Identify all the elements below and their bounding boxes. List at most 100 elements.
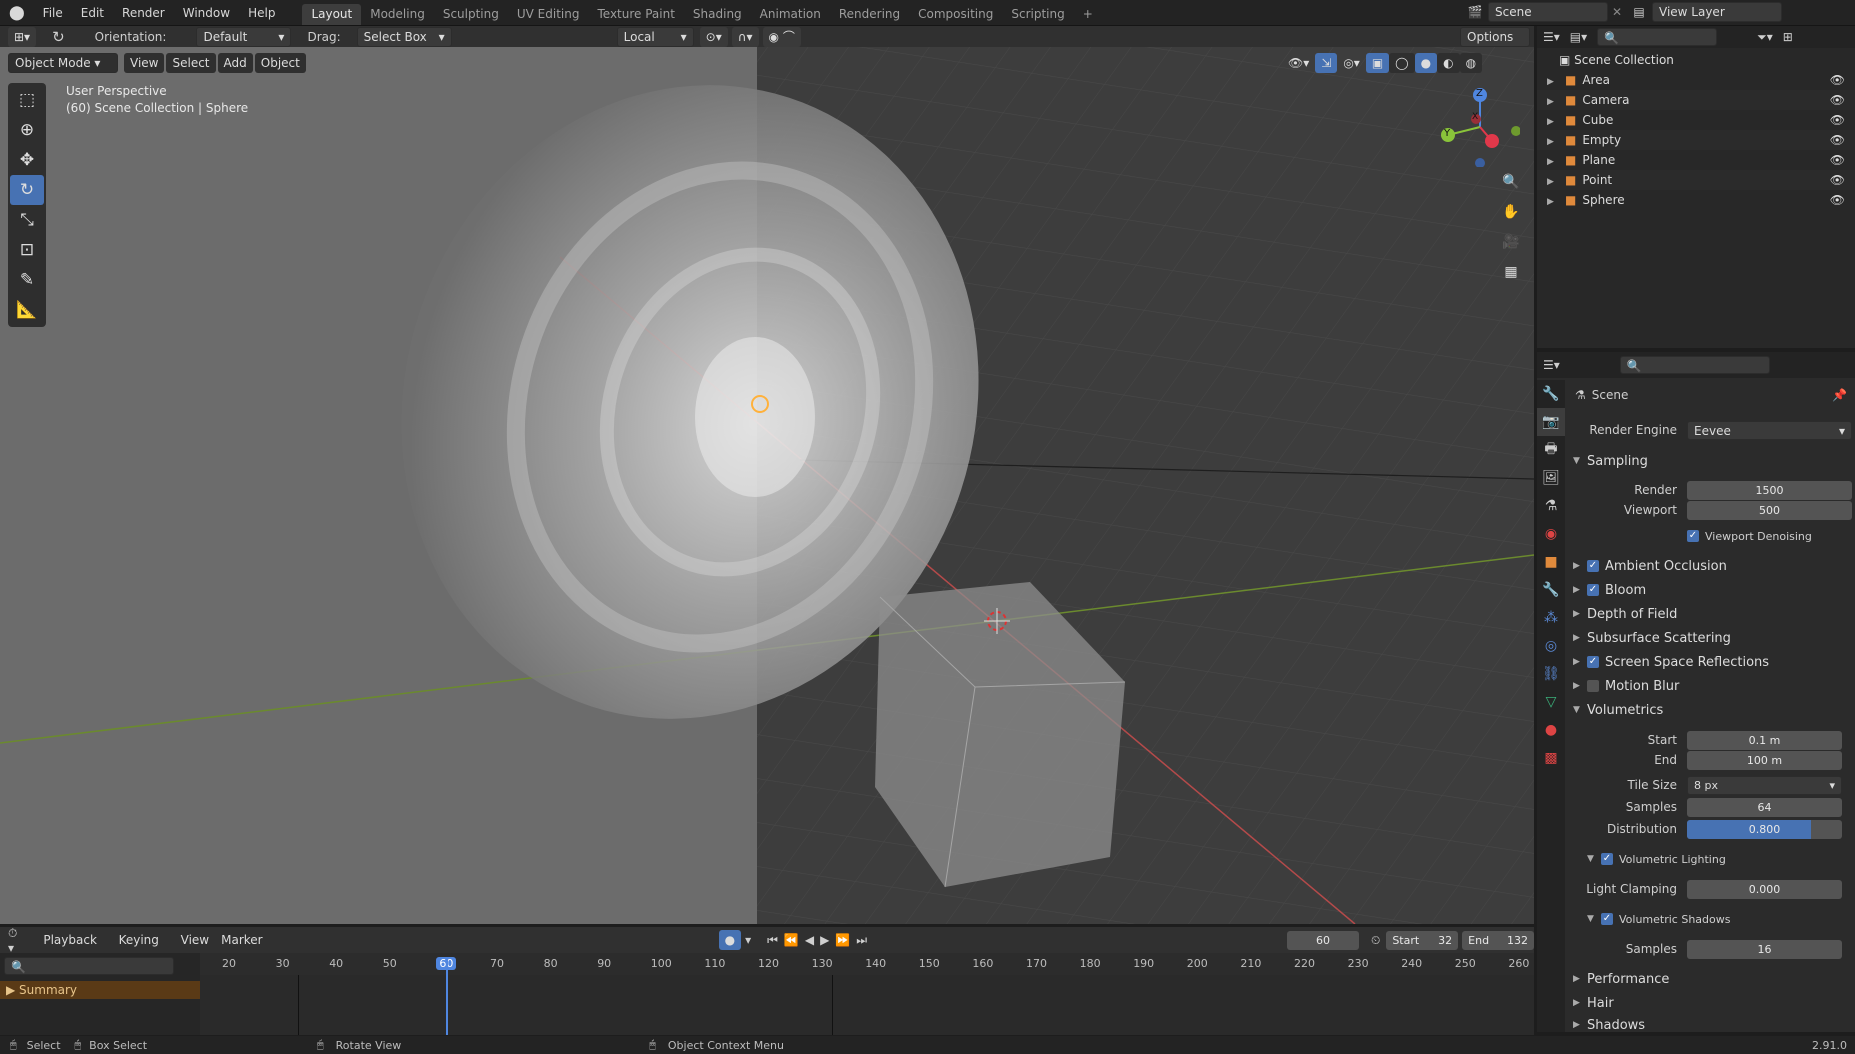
eye-icon[interactable]: 👁	[1830, 90, 1845, 110]
rotate-tool-icon[interactable]: ↻	[10, 175, 44, 205]
properties-panel-header[interactable]: ▶ Subsurface Scattering	[1565, 627, 1855, 649]
vol-samples-field[interactable]: 64	[1687, 797, 1842, 817]
shadows-panel-header[interactable]: ▶ Shadows	[1565, 1016, 1855, 1034]
hair-panel-header[interactable]: ▶ Hair	[1565, 992, 1855, 1014]
render-samples-field[interactable]: 1500	[1687, 480, 1852, 500]
timeline-menu-playback[interactable]: Playback ▾	[37, 930, 112, 967]
add-workspace-icon[interactable]: +	[1074, 4, 1102, 25]
properties-panel-header[interactable]: ▶ ✓ Screen Space Reflections	[1565, 651, 1855, 673]
render-engine-dropdown[interactable]: Eevee ▾	[1687, 420, 1852, 440]
active-tool-icon[interactable]: ↻	[52, 28, 65, 46]
eye-icon[interactable]: 👁	[1830, 190, 1845, 210]
timeline-editor-icon[interactable]: ⏱▾	[8, 926, 23, 955]
scene-icon[interactable]: 🎬	[1462, 5, 1488, 19]
material-tab-icon[interactable]: ●	[1537, 716, 1565, 744]
blender-logo-icon[interactable]: ⬤	[0, 0, 34, 26]
expand-arrow-icon[interactable]: ▶	[1547, 152, 1559, 172]
tab-sculpting[interactable]: Sculpting	[434, 4, 508, 25]
expand-arrow-icon[interactable]: ▶	[1547, 112, 1559, 132]
pivot-dropdown[interactable]: Local ▾	[616, 26, 694, 47]
expand-arrow-icon[interactable]: ▶	[1547, 92, 1559, 112]
filter-icon[interactable]: ⏷▾	[1757, 30, 1773, 45]
jump-end-icon[interactable]: ⏭	[856, 933, 867, 948]
frame-ruler[interactable]: 2030405060708090100110120130140150160170…	[200, 953, 1534, 975]
tile-size-dropdown[interactable]: 8 px ▾	[1687, 775, 1842, 795]
xray-icon[interactable]: ▣	[1365, 53, 1390, 73]
tab-texture-paint[interactable]: Texture Paint	[588, 4, 683, 25]
object-mode-dropdown[interactable]: Object Mode ▾	[8, 53, 118, 73]
viewport-menu-add[interactable]: Add	[217, 53, 253, 73]
jump-start-icon[interactable]: ⏮	[767, 933, 778, 948]
snap-icon[interactable]: ⊙▾	[699, 26, 728, 47]
viewport-menu-select[interactable]: Select	[166, 53, 216, 73]
measure-tool-icon[interactable]: 📐	[10, 295, 44, 325]
view-layer-tab-icon[interactable]: 🖼	[1537, 464, 1565, 492]
annotate-tool-icon[interactable]: ✎	[10, 265, 44, 295]
data-tab-icon[interactable]: ▽	[1537, 688, 1565, 716]
light-clamping-field[interactable]: 0.000	[1687, 879, 1842, 899]
timeline-menu-marker[interactable]: Marker	[215, 930, 268, 950]
outliner-editor-icon[interactable]: ☰▾	[1543, 30, 1560, 44]
transform-tool-icon[interactable]: ⊡	[10, 235, 44, 265]
particles-tab-icon[interactable]: ⁂	[1537, 604, 1565, 632]
move-tool-icon[interactable]: ✥	[10, 145, 44, 175]
overlay-toggle-icon[interactable]: ◎▾	[1337, 53, 1366, 73]
panel-enable-checkbox[interactable]	[1587, 680, 1599, 692]
view-layer-icon[interactable]: ▤	[1626, 5, 1652, 19]
properties-panel-header[interactable]: ▶ Motion Blur	[1565, 675, 1855, 697]
menu-edit[interactable]: Edit	[72, 0, 113, 26]
viewport-menu-view[interactable]: View	[124, 53, 165, 73]
performance-panel-header[interactable]: ▶ Performance	[1565, 968, 1855, 990]
proportional-edit-icon[interactable]: ◉ ⌒	[762, 26, 801, 47]
outliner-item[interactable]: ▶ ■ Cube 👁	[1537, 110, 1855, 130]
outliner-item[interactable]: ▶ ■ Point 👁	[1537, 170, 1855, 190]
camera-view-icon[interactable]: 🎥	[1498, 227, 1524, 257]
3d-viewport[interactable]: User Perspective (60) Scene Collection |…	[0, 47, 1534, 924]
eye-icon[interactable]: 👁	[1830, 110, 1845, 130]
texture-tab-icon[interactable]: ▩	[1537, 744, 1565, 772]
play-icon[interactable]: ▶	[820, 933, 829, 947]
viewport-menu-object[interactable]: Object	[254, 53, 306, 73]
distribution-slider[interactable]: 0.800	[1687, 819, 1842, 839]
new-collection-icon[interactable]: ⊞	[1783, 30, 1793, 44]
cursor-tool-icon[interactable]: ⊕	[10, 115, 44, 145]
eye-icon[interactable]: 👁	[1830, 70, 1845, 90]
panel-enable-checkbox[interactable]: ✓	[1587, 560, 1599, 572]
record-icon[interactable]: ●	[718, 930, 742, 950]
tool-tab-icon[interactable]: 🔧	[1537, 380, 1565, 408]
volumetrics-panel-header[interactable]: ▼ Volumetrics	[1565, 699, 1855, 721]
navigation-gizmo[interactable]: Z Y X	[1440, 87, 1521, 168]
outliner-item[interactable]: ▶ ■ Camera 👁	[1537, 90, 1855, 110]
eye-icon[interactable]: 👁	[1830, 130, 1845, 150]
outliner-search-input[interactable]: 🔍	[1597, 28, 1718, 46]
outliner-scene-collection[interactable]: ▣ Scene Collection	[1537, 50, 1855, 70]
snap-magnet-icon[interactable]: ∩▾	[731, 26, 759, 47]
close-icon[interactable]: ✕	[1608, 5, 1626, 19]
timeline-search-input[interactable]: 🔍	[4, 957, 174, 975]
vol-shadows-subpanel[interactable]: ▼ ✓ Volumetric Shadows	[1565, 908, 1855, 930]
panel-enable-checkbox[interactable]: ✓	[1587, 584, 1599, 596]
orientation-dropdown[interactable]: Default ▾	[196, 26, 292, 47]
current-frame-field[interactable]: 60	[1287, 930, 1359, 950]
options-dropdown[interactable]: Options ▾	[1460, 26, 1530, 62]
panel-enable-checkbox[interactable]: ✓	[1587, 656, 1599, 668]
eye-icon[interactable]: 👁	[1830, 150, 1845, 170]
tab-uv-editing[interactable]: UV Editing	[508, 4, 589, 25]
vol-lighting-subpanel[interactable]: ▼ ✓ Volumetric Lighting	[1565, 848, 1855, 870]
tab-compositing[interactable]: Compositing	[909, 4, 1002, 25]
volumetric-shadows-checkbox[interactable]: ✓	[1601, 913, 1613, 925]
properties-search-input[interactable]: 🔍	[1619, 356, 1770, 374]
menu-window[interactable]: Window	[174, 0, 239, 26]
select-box-tool-icon[interactable]: ⬚	[10, 85, 44, 115]
pin-icon[interactable]: 📌	[1832, 388, 1847, 402]
outliner-item[interactable]: ▶ ■ Sphere 👁	[1537, 190, 1855, 210]
timeline-menu-view[interactable]: View	[175, 930, 215, 950]
jump-key-forward-icon[interactable]: ⏩	[835, 933, 850, 947]
view-layer-field[interactable]: View Layer	[1652, 2, 1782, 22]
zoom-icon[interactable]: 🔍	[1498, 167, 1524, 197]
jump-key-back-icon[interactable]: ⏪	[784, 933, 799, 947]
keyframe-type-icon[interactable]: ▾	[745, 933, 751, 947]
scene-field[interactable]: Scene	[1488, 2, 1608, 22]
outliner-display-mode-icon[interactable]: ▤▾	[1570, 30, 1587, 44]
properties-panel-header[interactable]: ▶ ✓ Ambient Occlusion	[1565, 555, 1855, 577]
